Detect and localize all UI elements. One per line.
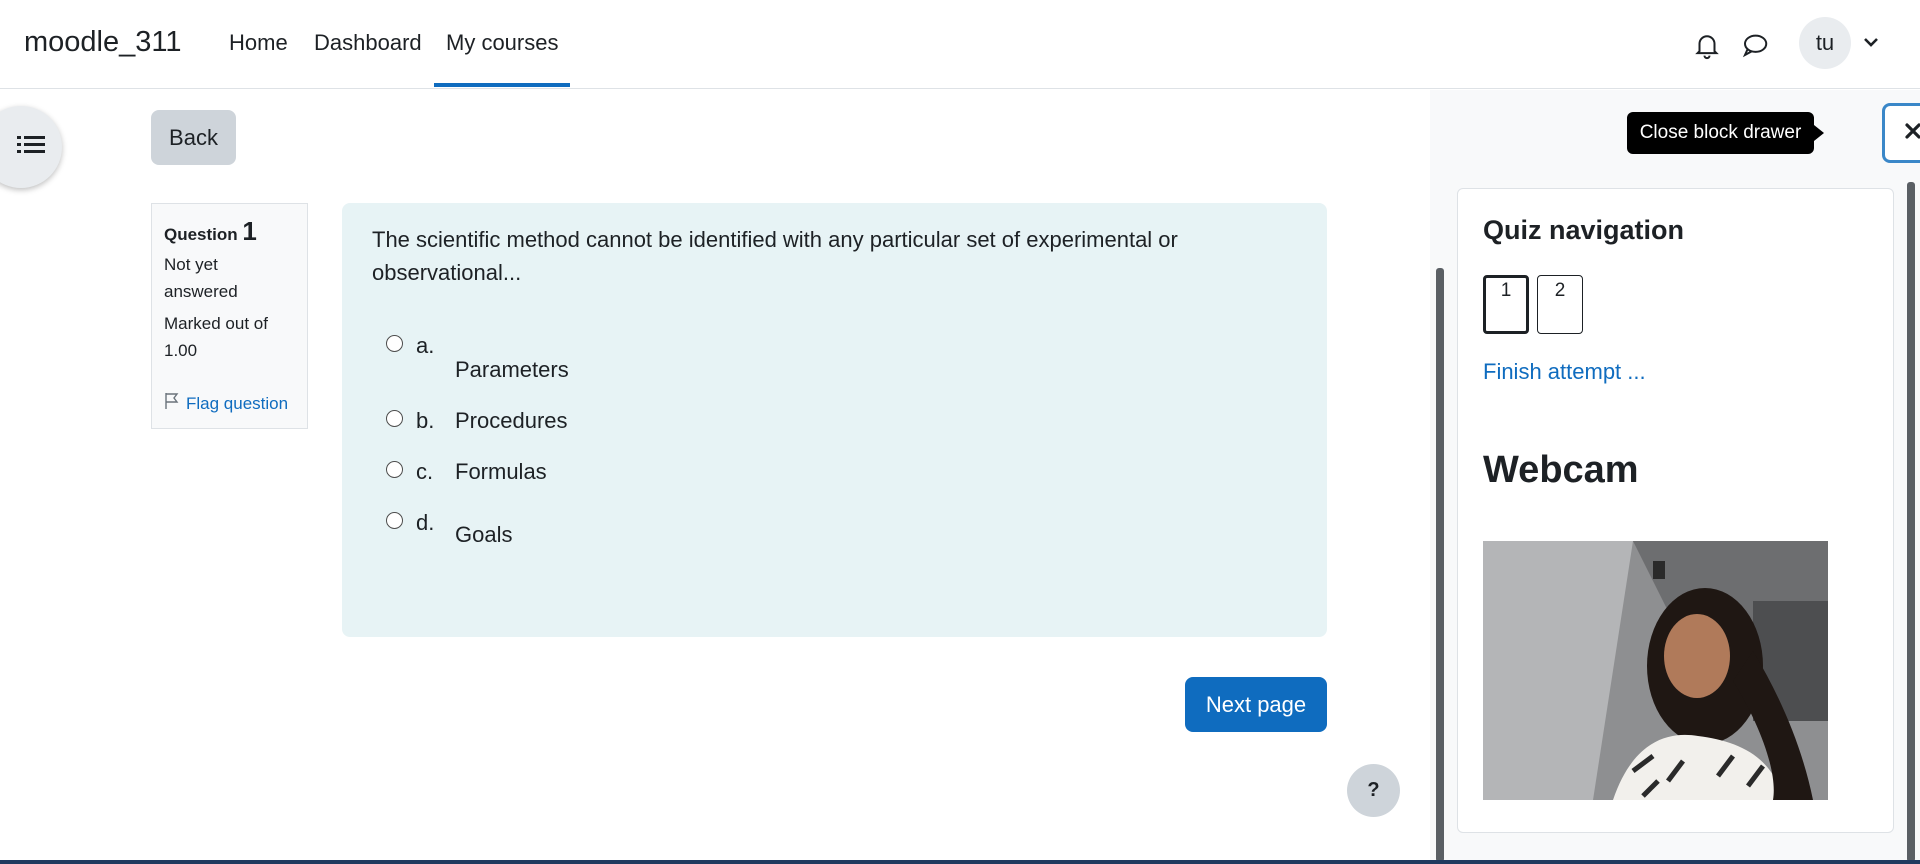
radio-d[interactable]: [386, 512, 403, 529]
user-avatar[interactable]: tu: [1799, 17, 1851, 69]
nav-home[interactable]: Home: [229, 30, 288, 56]
nav-dashboard[interactable]: Dashboard: [314, 30, 422, 56]
quiz-nav-button-1[interactable]: 1: [1483, 275, 1529, 334]
bottom-edge: [0, 860, 1920, 864]
site-brand[interactable]: moodle_311: [24, 26, 181, 59]
chevron-down-icon[interactable]: [1862, 33, 1880, 51]
question-marks: Marked out of 1.00: [164, 310, 295, 364]
flag-question-link[interactable]: Flag question: [164, 392, 288, 415]
quiz-navigation-block: Quiz navigation 1 2 Finish attempt ... W…: [1457, 188, 1894, 833]
top-navbar: moodle_311 Home Dashboard My courses tu: [0, 0, 1920, 89]
help-button[interactable]: ?: [1347, 764, 1400, 817]
option-letter: d.: [416, 510, 435, 535]
question-text: The scientific method cannot be identifi…: [372, 227, 1178, 285]
flag-question-label: Flag question: [186, 393, 289, 413]
webcam-feed: [1483, 541, 1828, 800]
option-text: Goals: [455, 522, 513, 547]
question-content: The scientific method cannot be identifi…: [342, 203, 1327, 637]
flag-icon: [164, 392, 180, 415]
close-drawer-tooltip: Close block drawer: [1627, 112, 1824, 154]
bell-icon[interactable]: [1692, 30, 1722, 60]
page-scrollbar[interactable]: [1436, 268, 1444, 862]
nav-active-indicator: [434, 83, 570, 87]
question-status: Not yet answered: [164, 251, 295, 305]
option-letter: b.: [416, 408, 435, 433]
close-icon: [1904, 122, 1920, 145]
marked-line-1: Marked out of: [164, 314, 268, 333]
option-text: Formulas: [455, 459, 547, 484]
option-letter: a.: [416, 333, 435, 358]
question-info-panel: Question 1 Not yet answered Marked out o…: [151, 203, 308, 429]
question-number-value: 1: [242, 216, 257, 246]
finish-attempt-link[interactable]: Finish attempt ...: [1483, 359, 1646, 385]
list-icon: [17, 133, 45, 162]
question-word: Question: [164, 225, 238, 244]
status-line-2: answered: [164, 282, 238, 301]
close-drawer-button[interactable]: [1882, 103, 1920, 163]
drawer-scrollbar[interactable]: [1907, 182, 1915, 862]
quiz-nav-button-2[interactable]: 2: [1537, 275, 1583, 334]
webcam-title: Webcam: [1483, 449, 1639, 491]
marked-line-2: 1.00: [164, 341, 198, 360]
radio-c[interactable]: [386, 461, 403, 478]
radio-b[interactable]: [386, 410, 403, 427]
quiz-navigation-title: Quiz navigation: [1483, 215, 1685, 245]
radio-a[interactable]: [386, 335, 403, 352]
option-letter: c.: [416, 459, 434, 484]
nav-my-courses[interactable]: My courses: [446, 30, 558, 56]
option-text: Parameters: [455, 357, 569, 382]
next-page-button[interactable]: Next page: [1185, 677, 1327, 732]
chat-icon[interactable]: [1740, 30, 1770, 60]
back-button[interactable]: Back: [151, 110, 236, 165]
option-text: Procedures: [455, 408, 568, 433]
question-number: Question 1: [164, 216, 295, 247]
course-index-toggle[interactable]: [0, 106, 62, 188]
status-line-1: Not yet: [164, 255, 218, 274]
